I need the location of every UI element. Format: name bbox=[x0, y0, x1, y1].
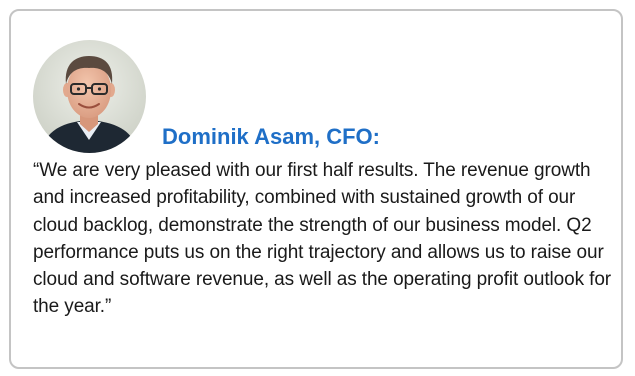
avatar bbox=[33, 40, 146, 153]
speaker-name: Dominik Asam, CFO: bbox=[162, 124, 380, 149]
quote-card: Dominik Asam, CFO: “We are very pleased … bbox=[9, 9, 623, 369]
portrait-photo bbox=[33, 40, 146, 153]
quote-text: “We are very pleased with our first half… bbox=[33, 160, 612, 318]
